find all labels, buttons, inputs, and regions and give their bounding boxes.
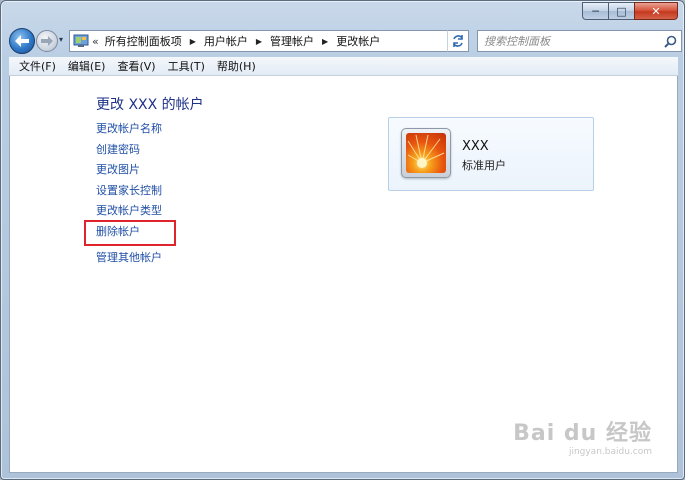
manage-other-accounts-link[interactable]: 管理其他帐户 [96, 251, 162, 272]
account-name: XXX [462, 139, 489, 154]
minimize-button[interactable]: ─ [582, 2, 608, 20]
navigation-bar: ▾ « 所有控制面板项 ▶ 用户帐户 ▶ 管理帐户 ▶ 更改帐户 ▾ [5, 25, 682, 57]
page-title: 更改 XXX 的帐户 [96, 97, 204, 113]
breadcrumb-user-accounts[interactable]: 用户帐户 [204, 33, 248, 49]
menu-tools[interactable]: 工具(T) [162, 58, 211, 74]
recent-pages-dropdown[interactable]: ▾ [59, 35, 63, 44]
forward-arrow-icon [41, 36, 53, 46]
caption-buttons: ─ □ ✕ [582, 2, 678, 20]
search-box [477, 30, 682, 52]
forward-button[interactable] [36, 30, 58, 52]
account-type: 标准用户 [462, 159, 506, 172]
breadcrumb-separator[interactable]: ▶ [256, 37, 262, 46]
watermark-url: jingyan.baidu.com [568, 447, 652, 457]
menu-view[interactable]: 查看(V) [111, 58, 161, 74]
menu-bar: 文件(F) 编辑(E) 查看(V) 工具(T) 帮助(H) [9, 57, 678, 76]
change-account-name-link[interactable]: 更改帐户名称 [96, 122, 162, 143]
address-bar[interactable]: « 所有控制面板项 ▶ 用户帐户 ▶ 管理帐户 ▶ 更改帐户 ▾ [69, 30, 469, 52]
parental-controls-link[interactable]: 设置家长控制 [96, 184, 162, 205]
change-picture-link[interactable]: 更改图片 [96, 163, 162, 184]
breadcrumb-overflow-chevron[interactable]: « [92, 35, 99, 48]
flower-avatar-icon [406, 133, 446, 173]
breadcrumb-all-items[interactable]: 所有控制面板项 [105, 33, 182, 49]
breadcrumb-separator[interactable]: ▶ [190, 37, 196, 46]
search-icon[interactable] [663, 34, 677, 48]
maximize-button[interactable]: □ [608, 2, 634, 20]
avatar [401, 128, 451, 178]
breadcrumb-separator[interactable]: ▶ [322, 37, 328, 46]
menu-edit[interactable]: 编辑(E) [62, 58, 112, 74]
watermark: Bai du 经验 jingyan.baidu.com [502, 415, 652, 461]
menu-help[interactable]: 帮助(H) [211, 58, 262, 74]
breadcrumb-change-account[interactable]: 更改帐户 [336, 33, 380, 49]
task-list: 更改帐户名称 创建密码 更改图片 设置家长控制 更改帐户类型 删除帐户 管理其他… [96, 122, 162, 272]
control-panel-window: ─ □ ✕ ▾ « 所有控制面板项 ▶ 用户帐户 ▶ 管理帐户 ▶ 更改帐户 搜… [0, 0, 685, 480]
back-button[interactable] [9, 28, 35, 54]
close-button[interactable]: ✕ [634, 2, 678, 20]
watermark-logo: Bai du 经验 [513, 421, 652, 446]
control-panel-icon [72, 33, 90, 49]
breadcrumb-manage-accounts[interactable]: 管理帐户 [270, 33, 314, 49]
refresh-icon [453, 35, 463, 47]
refresh-button[interactable] [447, 30, 469, 52]
menu-file[interactable]: 文件(F) [13, 58, 62, 74]
content-area: 更改 XXX 的帐户 更改帐户名称 创建密码 更改图片 设置家长控制 更改帐户类… [9, 76, 678, 473]
account-card: XXX 标准用户 [388, 117, 594, 191]
search-input[interactable] [484, 32, 664, 50]
delete-account-highlight [84, 220, 176, 246]
back-arrow-icon [15, 35, 29, 47]
create-password-link[interactable]: 创建密码 [96, 143, 162, 164]
